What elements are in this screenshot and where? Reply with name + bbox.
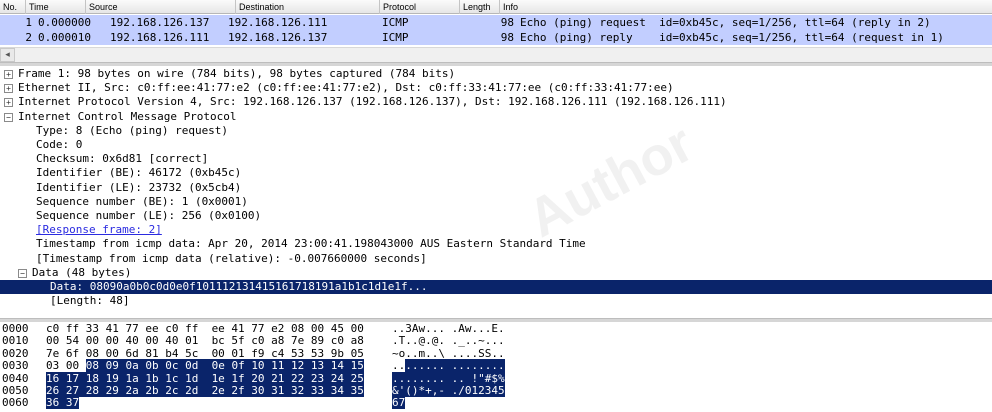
hex-bytes-highlight: 08 09 0a 0b 0c 0d 0e 0f 10 11 12 13 14 1… xyxy=(85,359,364,373)
tree-label: [Response frame: 2] xyxy=(36,223,162,237)
packet-destination: 192.168.126.111 xyxy=(228,16,328,29)
column-header-no[interactable]: No. xyxy=(0,0,26,14)
packet-length: 98 xyxy=(500,16,514,29)
response-frame-link[interactable]: [Response frame: 2] xyxy=(0,223,992,237)
hex-bytes-highlight: 26 27 28 29 2a 2b 2c 2d 2e 2f 30 31 32 3… xyxy=(46,384,364,397)
tree-label: Sequence number (BE): 1 (0x0001) xyxy=(36,194,248,208)
column-header-info[interactable]: Info xyxy=(500,0,992,14)
hex-ascii[interactable]: ..3Aw... .Aw...E. xyxy=(392,323,505,335)
tree-label: Internet Control Message Protocol xyxy=(18,109,237,123)
expand-icon[interactable]: + xyxy=(4,98,13,108)
tree-field[interactable]: Code: 0 xyxy=(0,138,992,152)
scroll-left-icon[interactable]: ◂ xyxy=(0,48,15,62)
packet-details-tree[interactable]: + Frame 1: 98 bytes on wire (784 bits), 9… xyxy=(0,66,992,318)
tree-node[interactable]: − Internet Control Message Protocol xyxy=(0,110,992,124)
tree-node[interactable]: + Frame 1: 98 bytes on wire (784 bits), 9… xyxy=(0,67,992,81)
tree-label: Ethernet II, Src: c0:ff:ee:41:77:e2 (c0:… xyxy=(18,81,674,95)
packet-time: 0.000010 xyxy=(38,31,91,44)
expand-icon[interactable]: + xyxy=(4,70,13,79)
tree-label: Code: 0 xyxy=(36,138,83,151)
hex-ascii[interactable]: ........ .. !"#$% xyxy=(392,371,505,385)
hex-offset: 0000 xyxy=(2,322,29,335)
tree-label: Sequence number (LE): 256 (0x0100) xyxy=(36,209,262,222)
packet-list-header: No. Time Source Destination Protocol Len… xyxy=(0,0,992,14)
hex-bytes[interactable]: 16 17 18 19 1a 1b 1c 1d 1e 1f 20 21 22 2… xyxy=(46,371,364,385)
hex-bytes[interactable]: 00 54 00 00 40 00 40 01 bc 5f c0 a8 7e 8… xyxy=(46,335,364,347)
tree-field[interactable]: Type: 8 (Echo (ping) request) xyxy=(0,124,992,138)
hex-bytes-highlight: 36 37 xyxy=(46,396,80,410)
hex-bytes[interactable]: 7e 6f 08 00 6d 81 b4 5c 00 01 f9 c4 53 5… xyxy=(46,347,364,360)
tree-label: [Timestamp from icmp data (relative): -0… xyxy=(36,251,427,265)
tree-label: Identifier (BE): 46172 (0xb45c) xyxy=(36,166,242,180)
packet-source: 192.168.126.111 xyxy=(110,31,210,44)
hex-bytes-highlight: 16 17 18 19 1a 1b 1c 1d 1e 1f 20 21 22 2… xyxy=(46,371,364,385)
tree-field[interactable]: [Timestamp from icmp data (relative): -0… xyxy=(0,252,992,266)
column-header-time[interactable]: Time xyxy=(26,0,86,14)
column-header-destination[interactable]: Destination xyxy=(236,0,380,14)
packet-no: 2 xyxy=(25,31,32,44)
tree-field[interactable]: Sequence number (BE): 1 (0x0001) xyxy=(0,195,992,209)
hex-ascii-highlight: ...... ........ xyxy=(405,359,505,373)
hex-ascii-highlight: &'()*+,- ./012345 xyxy=(392,384,505,397)
hex-offset: 0040 xyxy=(2,371,29,385)
hex-offset: 0020 xyxy=(2,346,29,360)
packet-info: Echo (ping) reply id=0xb45c, seq=1/256, … xyxy=(520,31,944,44)
packet-row[interactable]: 2 0.000010 192.168.126.111 192.168.126.1… xyxy=(0,30,992,45)
column-header-length[interactable]: Length xyxy=(460,0,500,14)
packet-list-pane[interactable]: No. Time Source Destination Protocol Len… xyxy=(0,0,992,62)
tree-label: Checksum: 0x6d81 [correct] xyxy=(36,152,209,166)
hex-bytes[interactable]: c0 ff 33 41 77 ee c0 ff ee 41 77 e2 08 0… xyxy=(46,323,364,335)
hex-offset: 0050 xyxy=(2,384,29,397)
horizontal-scrollbar[interactable]: ◂ xyxy=(0,47,992,62)
hex-offset: 0060 xyxy=(2,396,29,410)
collapse-icon[interactable]: − xyxy=(18,268,27,278)
packet-info: Echo (ping) request id=0xb45c, seq=1/256… xyxy=(520,16,931,29)
tree-label: Type: 8 (Echo (ping) request) xyxy=(36,123,229,137)
packet-destination: 192.168.126.137 xyxy=(228,31,328,44)
hex-ascii[interactable]: ~o..m..\ ....SS.. xyxy=(392,347,505,360)
expand-icon[interactable]: + xyxy=(4,84,13,94)
column-header-source[interactable]: Source xyxy=(86,0,236,14)
packet-length: 98 xyxy=(500,31,514,44)
tree-label: Frame 1: 98 bytes on wire (784 bits), 98… xyxy=(18,67,456,80)
packet-bytes-pane[interactable]: 0000 c0 ff 33 41 77 ee c0 ff ee 41 77 e2 … xyxy=(0,322,992,412)
hex-offset: 0030 xyxy=(2,359,29,373)
tree-label: [Length: 48] xyxy=(50,294,130,308)
tree-field[interactable]: Checksum: 0x6d81 [correct] xyxy=(0,152,992,166)
tree-field[interactable]: Timestamp from icmp data: Apr 20, 2014 2… xyxy=(0,237,992,251)
hex-bytes[interactable]: 36 37 xyxy=(46,396,80,410)
tree-field[interactable]: Sequence number (LE): 256 (0x0100) xyxy=(0,209,992,223)
tree-label: Identifier (LE): 23732 (0x5cb4) xyxy=(36,180,242,194)
tree-label: Data: 08090a0b0c0d0e0f101112131415161718… xyxy=(50,280,428,293)
column-header-protocol[interactable]: Protocol xyxy=(380,0,460,14)
tree-node[interactable]: + Internet Protocol Version 4, Src: 192.1… xyxy=(0,95,992,109)
hex-offset: 0010 xyxy=(2,334,29,348)
hex-ascii-highlight: ........ .. !"#$% xyxy=(392,371,505,385)
tree-field[interactable]: Identifier (LE): 23732 (0x5cb4) xyxy=(0,181,992,195)
tree-field[interactable]: [Length: 48] xyxy=(0,294,992,308)
packet-row[interactable]: 1 0.000000 192.168.126.137 192.168.126.1… xyxy=(0,15,992,30)
tree-label: Internet Protocol Version 4, Src: 192.16… xyxy=(18,95,727,109)
packet-no: 1 xyxy=(25,16,32,29)
hex-ascii[interactable]: 67 xyxy=(392,396,406,410)
hex-ascii[interactable]: .T..@.@. ._..~... xyxy=(392,335,505,347)
hex-ascii-highlight: 67 xyxy=(392,396,406,410)
tree-label: Data (48 bytes) xyxy=(32,265,132,279)
packet-source: 192.168.126.137 xyxy=(110,16,210,29)
tree-field[interactable]: Identifier (BE): 46172 (0xb45c) xyxy=(0,166,992,180)
hex-ascii[interactable]: &'()*+,- ./012345 xyxy=(392,384,505,397)
hex-bytes[interactable]: 03 00 08 09 0a 0b 0c 0d 0e 0f 10 11 12 1… xyxy=(46,359,364,373)
collapse-icon[interactable]: − xyxy=(4,112,13,122)
hex-bytes[interactable]: 26 27 28 29 2a 2b 2c 2d 2e 2f 30 31 32 3… xyxy=(46,384,364,397)
packet-time: 0.000000 xyxy=(38,16,91,29)
hex-ascii[interactable]: ........ ........ xyxy=(392,359,505,373)
tree-field[interactable]: Data: 08090a0b0c0d0e0f101112131415161718… xyxy=(0,280,992,294)
tree-node[interactable]: + Ethernet II, Src: c0:ff:ee:41:77:e2 (c0… xyxy=(0,81,992,95)
tree-node[interactable]: − Data (48 bytes) xyxy=(0,266,992,280)
tree-label: Timestamp from icmp data: Apr 20, 2014 2… xyxy=(36,237,586,251)
